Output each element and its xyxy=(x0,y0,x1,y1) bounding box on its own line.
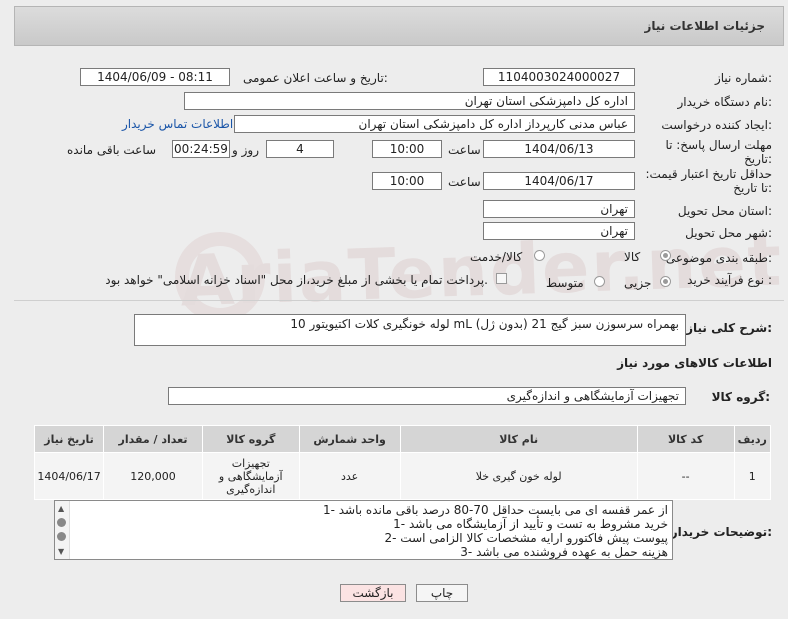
category-goods-service-label: کالا/خدمت xyxy=(470,250,523,264)
contact-info-link[interactable]: اطلاعات تماس خریدار xyxy=(122,117,233,131)
remaining-time-field: 00:24:59 xyxy=(172,140,230,158)
deadline-label: مهلت ارسال پاسخ: تا تاریخ: xyxy=(665,138,772,166)
cell-row: 1 xyxy=(733,452,772,500)
col-group: گروه کالا xyxy=(201,425,300,453)
col-name: نام کالا xyxy=(399,425,638,453)
scroll-up-icon[interactable]: ▲ xyxy=(58,504,64,513)
table-header-row: تاریخ نیاز تعداد / مقدار گروه کالا واحد … xyxy=(33,425,772,453)
deadline-time-field: 10:00 xyxy=(372,140,442,158)
category-label: طبقه بندی موضوعی: xyxy=(665,251,772,265)
remaining-label: ساعت باقی مانده xyxy=(67,143,157,157)
deadline-date-field: 1404/06/13 xyxy=(483,140,635,158)
process-minor-radio[interactable] xyxy=(660,276,671,287)
item-group-field: تجهیزات آزمایشگاهی و اندازه‌گیری xyxy=(168,387,686,405)
price-time-label: ساعت xyxy=(448,175,481,189)
days-label: روز و xyxy=(232,143,259,157)
scroll-thumb-icon[interactable] xyxy=(57,518,66,527)
cell-unit: عدد xyxy=(298,452,401,500)
description-label: شرح کلی نیاز: xyxy=(686,321,772,335)
items-table: تاریخ نیاز تعداد / مقدار گروه کالا واحد … xyxy=(33,425,772,500)
province-field: تهران xyxy=(483,200,635,218)
buyer-field: اداره کل دامپزشکی استان تهران xyxy=(184,92,635,110)
note-line: 3- هزینه حمل به عهده فروشنده می باشد xyxy=(460,545,668,559)
announce-field: 1404/06/09 - 08:11 xyxy=(80,68,230,86)
scroll-thumb-icon[interactable] xyxy=(57,532,66,541)
items-section-title: اطلاعات کالاهای مورد نیاز xyxy=(617,356,772,370)
col-quantity: تعداد / مقدار xyxy=(103,425,203,453)
deadline-time-label: ساعت xyxy=(448,143,481,157)
price-time-field: 10:00 xyxy=(372,172,442,190)
category-goods-label: کالا xyxy=(624,250,641,264)
category-goods-service-radio[interactable] xyxy=(534,250,545,261)
price-date-field: 1404/06/17 xyxy=(483,172,635,190)
process-medium-label: متوسط xyxy=(546,276,584,290)
cell-need-date: 1404/06/17 xyxy=(33,452,105,500)
note-line: 1- از عمر قفسه ای می بایست حداقل 70-80 د… xyxy=(322,503,668,517)
creator-field: عباس مدنی کارپرداز اداره کل دامپزشکی است… xyxy=(234,115,635,133)
page-title: جزئیات اطلاعات نیاز xyxy=(644,19,765,33)
divider xyxy=(14,300,784,301)
province-label: استان محل تحویل: xyxy=(677,204,772,218)
col-unit: واحد شمارش xyxy=(298,425,401,453)
description-field: لوله خونگیری کلات اکتیویتور 10 mL (بدون … xyxy=(134,314,686,346)
need-number-field: 1104003024000027 xyxy=(483,68,635,86)
col-row: ردیف xyxy=(733,425,772,453)
creator-label: ایجاد کننده درخواست: xyxy=(661,118,772,132)
price-validity-label: حداقل تاریخ اعتبار قیمت: تا تاریخ: xyxy=(645,167,772,195)
col-code: کد کالا xyxy=(636,425,735,453)
process-minor-label: جزیی xyxy=(624,276,652,290)
buyer-notes-label: توضیحات خریدار: xyxy=(670,525,772,539)
process-type-label: نوع فرآیند خرید : xyxy=(687,273,772,287)
cell-group: تجهیزات آزمایشگاهی و اندازه‌گیری xyxy=(201,452,300,500)
print-button[interactable]: چاپ xyxy=(416,584,468,602)
city-label: شهر محل تحویل: xyxy=(685,226,772,240)
scroll-down-icon[interactable]: ▼ xyxy=(58,547,64,556)
note-line: 2- پیوست پیش فاکتورو ارایه مشخصات کالا ا… xyxy=(384,531,669,545)
back-button[interactable]: بازگشت xyxy=(340,584,406,602)
buyer-notes-box: ▲ ▼ 1- از عمر قفسه ای می بایست حداقل 70-… xyxy=(54,500,673,560)
process-medium-radio[interactable] xyxy=(594,276,605,287)
buyer-label: نام دستگاه خریدار: xyxy=(677,95,773,109)
category-goods-radio[interactable] xyxy=(660,250,671,261)
treasury-payment-checkbox[interactable] xyxy=(496,273,507,284)
header-panel: جزئیات اطلاعات نیاز xyxy=(14,6,784,46)
days-field: 4 xyxy=(266,140,334,158)
announce-label: تاریخ و ساعت اعلان عمومی: xyxy=(243,71,388,85)
treasury-payment-note: پرداخت تمام یا بخشی از مبلغ خرید،از محل … xyxy=(105,273,488,287)
notes-scrollbar[interactable]: ▲ ▼ xyxy=(55,501,70,559)
item-group-label: گروه کالا: xyxy=(711,390,770,404)
cell-name: لوله خون گیری خلا xyxy=(399,452,638,500)
cell-code: -- xyxy=(636,452,735,500)
cell-quantity: 120,000 xyxy=(103,452,203,500)
col-need-date: تاریخ نیاز xyxy=(33,425,105,453)
note-line: 1- خرید مشروط به تست و تأیید از آزمایشگا… xyxy=(393,517,668,531)
table-row: 1404/06/17 120,000 تجهیزات آزمایشگاهی و … xyxy=(33,452,772,500)
city-field: تهران xyxy=(483,222,635,240)
need-number-label: شماره نیاز: xyxy=(714,71,772,85)
